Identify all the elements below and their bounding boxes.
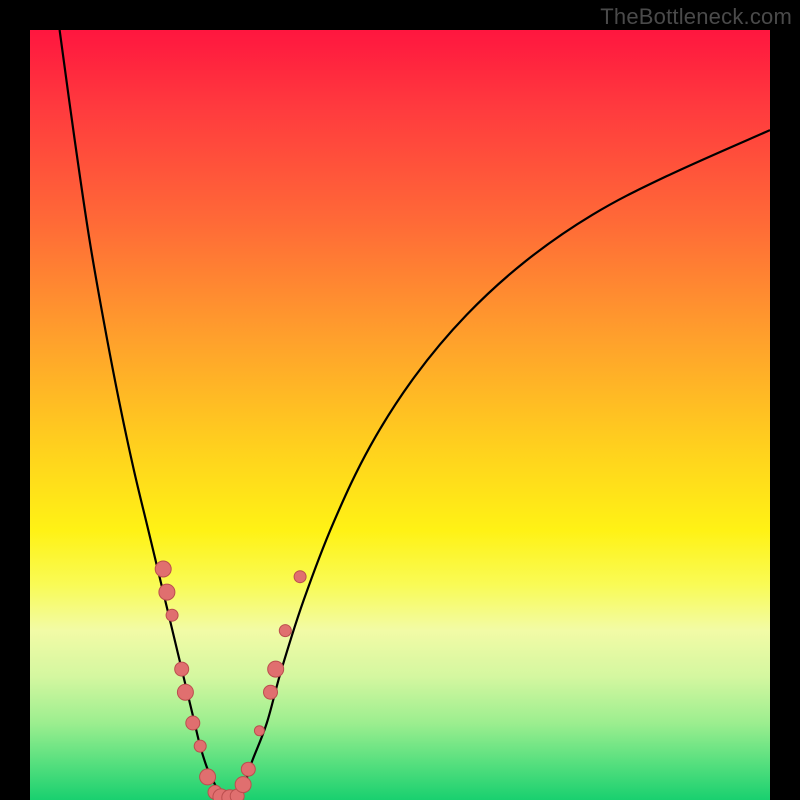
data-marker [155,561,171,577]
data-marker [241,762,255,776]
data-marker [194,740,206,752]
data-marker [200,769,216,785]
curve-left-arm [60,30,223,800]
data-marker [294,571,306,583]
plot-area [30,30,770,800]
data-marker [279,625,291,637]
data-marker [235,777,251,793]
chart-svg [30,30,770,800]
data-marker [166,609,178,621]
data-marker [175,662,189,676]
watermark-text: TheBottleneck.com [600,4,792,30]
data-marker [268,661,284,677]
data-marker [254,726,264,736]
data-marker [177,684,193,700]
data-markers [155,561,306,800]
data-marker [264,685,278,699]
data-marker [159,584,175,600]
data-marker [186,716,200,730]
curve-right-arm [237,130,770,800]
chart-frame: TheBottleneck.com [0,0,800,800]
